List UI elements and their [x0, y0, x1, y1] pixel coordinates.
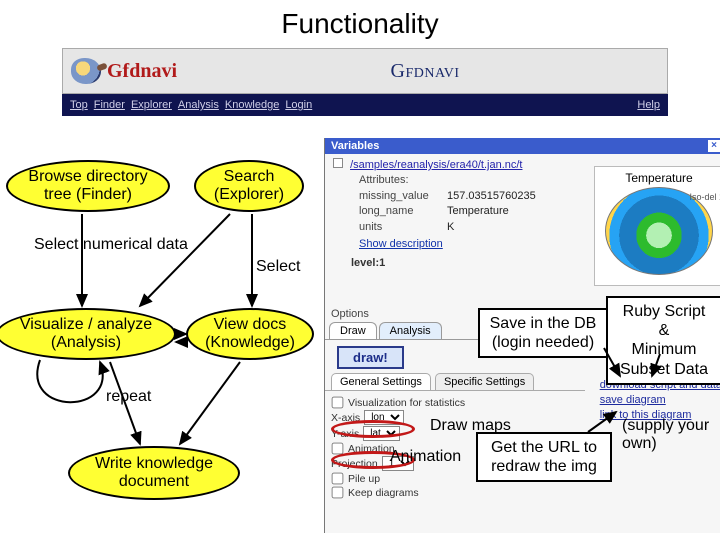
attr-val: Temperature	[447, 204, 509, 219]
tab-draw[interactable]: Draw	[329, 322, 377, 339]
anim-checkbox[interactable]	[332, 443, 344, 455]
keep-checkbox[interactable]	[332, 487, 344, 499]
nav-finder[interactable]: Finder	[94, 99, 125, 111]
label-select: Select	[256, 258, 300, 276]
highlight-oval	[331, 420, 415, 438]
tab-general-settings[interactable]: General Settings	[331, 373, 431, 390]
file-path[interactable]: /samples/reanalysis/era40/t.jan.nc/t	[350, 158, 522, 173]
pileup-checkbox[interactable]	[332, 473, 344, 485]
nav-help[interactable]: Help	[637, 99, 660, 111]
nav-knowledge[interactable]: Knowledge	[225, 99, 279, 111]
setting-label: Visualization for statistics	[348, 397, 465, 409]
page-title: Functionality	[0, 0, 720, 44]
setting-label: Keep diagrams	[348, 487, 419, 499]
bubble-viewdocs: View docs (Knowledge)	[186, 308, 314, 360]
note-line: Get the URL to	[486, 438, 602, 457]
note-get-url: Get the URL to redraw the img	[476, 432, 612, 482]
draw-button[interactable]: draw!	[337, 346, 404, 369]
nav-analysis[interactable]: Analysis	[178, 99, 219, 111]
panel-header: Variables ×	[325, 138, 720, 154]
close-icon[interactable]: ×	[708, 140, 720, 152]
note-line: Save in the DB	[488, 314, 598, 333]
diagram-stage: Variables × /samples/reanalysis/era40/t.…	[0, 116, 720, 546]
navbar: Top Finder Explorer Analysis Knowledge L…	[62, 94, 668, 116]
label-animation: Animation	[390, 448, 461, 466]
bubble-write-knowledge: Write knowledge document	[68, 446, 240, 500]
app-header: Gfdnavi Gfdnavi	[62, 48, 668, 94]
panel-title: Variables	[331, 140, 379, 152]
bubble-line: Browse directory	[28, 168, 147, 186]
attr-key: missing_value	[359, 189, 437, 204]
tab-specific-settings[interactable]: Specific Settings	[435, 373, 534, 390]
label-select-numerical: Select numerical data	[34, 236, 188, 254]
setting-label: Pile up	[348, 473, 380, 485]
note-save-db: Save in the DB (login needed)	[478, 308, 608, 358]
nav-links: Top Finder Explorer Analysis Knowledge L…	[70, 99, 312, 111]
bubble-line: document	[119, 473, 189, 491]
note-line: Minimum	[616, 340, 712, 359]
note-line: Ruby Script &	[616, 302, 712, 340]
bubble-line: Write knowledge	[95, 455, 213, 473]
bubble-search: Search (Explorer)	[194, 160, 304, 212]
setting-row: Keep diagrams	[331, 486, 579, 499]
nav-explorer[interactable]: Explorer	[131, 99, 172, 111]
setting-row: Visualization for statistics	[331, 396, 579, 409]
attr-val: 157.03515760235	[447, 189, 536, 204]
note-ruby-script: Ruby Script & Minimum Subset Data	[606, 296, 720, 385]
plot-side-label: Iso-del 1	[689, 192, 720, 202]
bubble-line: (Knowledge)	[205, 334, 295, 352]
settings-tabs: General Settings Specific Settings	[325, 373, 585, 390]
plot-thumbnail: Temperature	[594, 166, 720, 286]
attr-key: long_name	[359, 204, 437, 219]
bubble-line: Visualize / analyze	[20, 316, 152, 334]
label-supply-own: (supply your own)	[622, 417, 720, 453]
link-save-diagram[interactable]: save diagram	[600, 393, 720, 408]
logo-area: Gfdnavi	[71, 58, 177, 84]
tab-analysis[interactable]: Analysis	[379, 322, 442, 339]
label-repeat: repeat	[106, 388, 151, 406]
bubble-line: (Explorer)	[214, 186, 284, 204]
bubble-browse-directory: Browse directory tree (Finder)	[6, 160, 170, 212]
logo-text: Gfdnavi	[107, 60, 177, 83]
attr-key: units	[359, 220, 437, 235]
attr-val: K	[447, 220, 454, 235]
bubble-line: View docs	[214, 316, 287, 334]
note-line: (login needed)	[488, 333, 598, 352]
bubble-line: (Analysis)	[51, 334, 121, 352]
note-line: redraw the img	[486, 457, 602, 476]
checkbox-icon[interactable]	[333, 158, 343, 168]
bubble-line: tree (Finder)	[44, 186, 132, 204]
nav-login[interactable]: Login	[285, 99, 312, 111]
viz-checkbox[interactable]	[332, 397, 344, 409]
logo-secondary: Gfdnavi	[191, 60, 659, 83]
nav-top[interactable]: Top	[70, 99, 88, 111]
plot-title: Temperature	[625, 171, 692, 185]
globe-icon	[71, 58, 101, 84]
bubble-visualize: Visualize / analyze (Analysis)	[0, 308, 176, 360]
bubble-line: Search	[224, 168, 275, 186]
note-line: Subset Data	[616, 360, 712, 379]
